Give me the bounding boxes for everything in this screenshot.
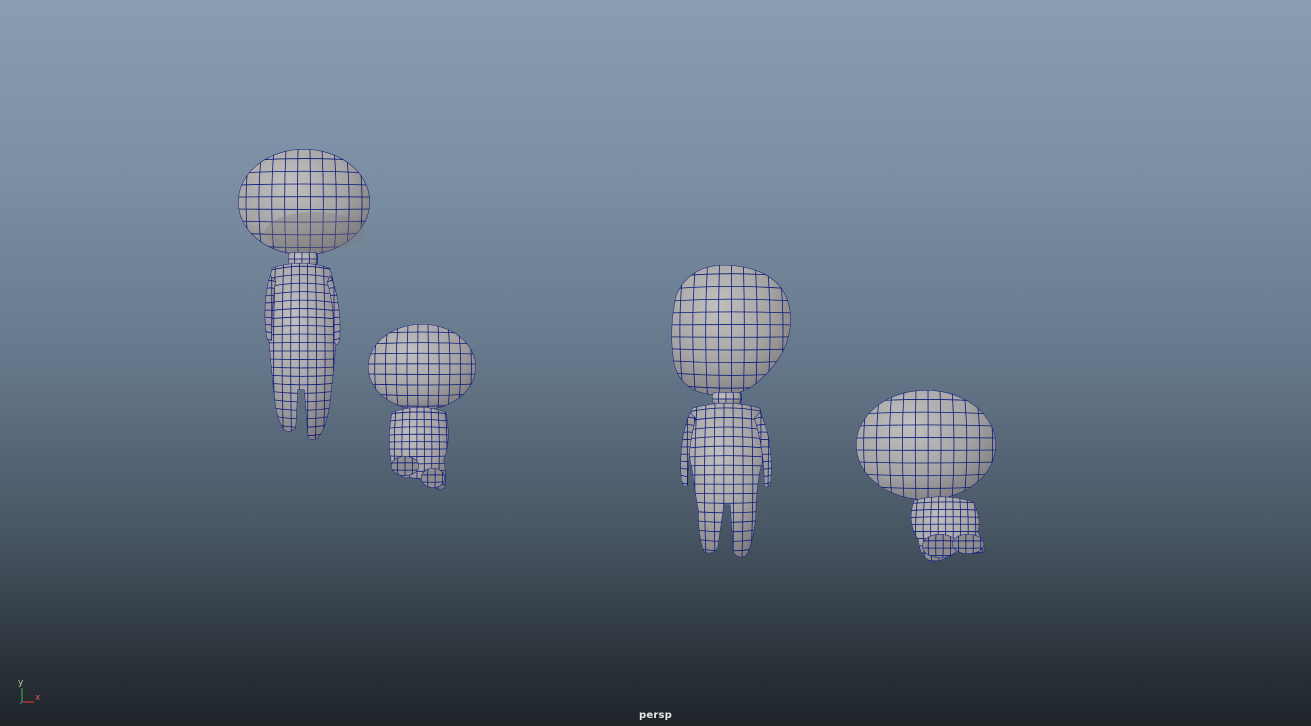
standing-character-right[interactable] [667,261,791,561]
scene-canvas[interactable] [0,0,1311,726]
y-axis-label: y [18,678,24,688]
x-axis-label: x [35,693,41,703]
neck-mesh[interactable] [712,392,742,404]
standing-character-left[interactable] [233,146,375,444]
torso-mesh[interactable] [267,263,338,440]
head-mesh[interactable] [856,390,996,500]
sitting-character-left[interactable] [364,321,476,490]
camera-name-label: persp [639,710,672,721]
sitting-character-right[interactable] [851,387,996,562]
head-mesh-shadow [265,212,365,252]
z-axis-line [19,701,23,705]
3d-viewport[interactable]: y x persp [0,0,1311,726]
axis-gizmo: y x [14,678,44,706]
